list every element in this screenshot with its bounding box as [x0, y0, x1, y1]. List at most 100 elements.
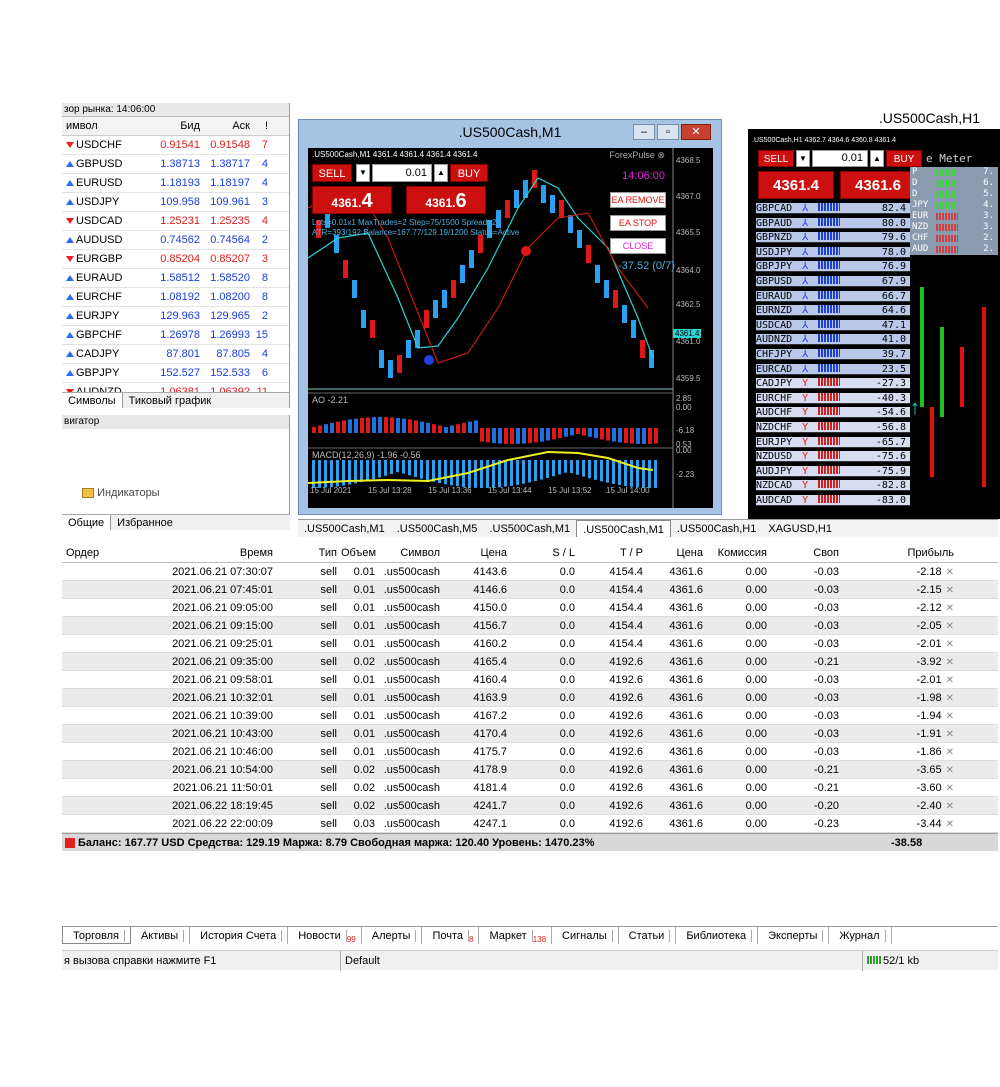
table-row[interactable]: 2021.06.21 09:15:00 sell 0.01 .us500cash…: [62, 617, 998, 635]
chart-plot-area[interactable]: .US500Cash,M1 4361.4 4361.4 4361.4 4361.…: [308, 148, 713, 508]
col-profit[interactable]: Прибыль: [843, 544, 958, 562]
sl-cell[interactable]: 0.0: [511, 635, 579, 652]
brand-close-icon[interactable]: ⊗: [657, 150, 665, 160]
tab-common[interactable]: Общие: [62, 515, 112, 530]
table-row[interactable]: 2021.06.21 07:45:01 sell 0.01 .us500cash…: [62, 581, 998, 599]
col-bid[interactable]: Бид: [150, 117, 200, 135]
sl-cell[interactable]: 0.0: [511, 761, 579, 778]
chart-tab[interactable]: .US500Cash,M1: [483, 520, 576, 537]
sell-price[interactable]: 4361.4: [312, 186, 392, 214]
ea-remove-button[interactable]: EA REMOVE: [610, 192, 666, 208]
table-row[interactable]: 2021.06.21 10:43:00 sell 0.01 .us500cash…: [62, 725, 998, 743]
terminal-tab[interactable]: Торговля: [62, 927, 131, 944]
tp-cell[interactable]: 4192.6: [579, 689, 647, 706]
market-watch-row[interactable]: CADJPY 87.801 87.805 4: [62, 345, 289, 364]
close-order-icon[interactable]: ✕: [946, 801, 954, 812]
h1-buy-button[interactable]: BUY: [886, 150, 922, 167]
close-order-icon[interactable]: ✕: [946, 657, 954, 668]
table-row[interactable]: 2021.06.22 22:00:09 sell 0.03 .us500cash…: [62, 815, 998, 833]
lot-input[interactable]: 0.01: [372, 164, 432, 182]
terminal-tab[interactable]: Журнал: [829, 927, 892, 944]
terminal-tab[interactable]: Сигналы: [552, 927, 619, 944]
col-symbol[interactable]: имвол: [62, 117, 150, 135]
sl-cell[interactable]: 0.0: [511, 563, 579, 580]
sl-cell[interactable]: 0.0: [511, 815, 579, 832]
market-watch-row[interactable]: GBPCHF 1.26978 1.26993 15: [62, 326, 289, 345]
close-order-icon[interactable]: ✕: [946, 819, 954, 830]
chart-tab[interactable]: .US500Cash,H1: [671, 520, 763, 537]
tp-cell[interactable]: 4192.6: [579, 797, 647, 814]
table-row[interactable]: 2021.06.21 07:30:07 sell 0.01 .us500cash…: [62, 563, 998, 581]
lot-increase[interactable]: ▲: [434, 164, 448, 182]
terminal-tab[interactable]: Новости 99: [288, 927, 362, 944]
tp-cell[interactable]: 4154.4: [579, 617, 647, 634]
close-order-icon[interactable]: ✕: [946, 765, 954, 776]
terminal-tab[interactable]: Почта 8: [422, 927, 480, 944]
terminal-tab[interactable]: Эксперты: [758, 927, 830, 944]
market-watch-row[interactable]: USDJPY 109.958 109.961 3: [62, 193, 289, 212]
terminal-tab[interactable]: История Счета: [190, 927, 289, 944]
sell-button[interactable]: SELL: [312, 164, 352, 182]
chart-window-h1[interactable]: .US500Cash,H1 .US500Cash,H1 4362.7 4364.…: [748, 107, 1000, 519]
table-row[interactable]: 2021.06.21 10:54:00 sell 0.02 .us500cash…: [62, 761, 998, 779]
col-swap[interactable]: Своп: [771, 544, 843, 562]
col-tp[interactable]: T / P: [579, 544, 647, 562]
sl-cell[interactable]: 0.0: [511, 617, 579, 634]
table-row[interactable]: 2021.06.21 09:25:01 sell 0.01 .us500cash…: [62, 635, 998, 653]
tp-cell[interactable]: 4192.6: [579, 779, 647, 796]
col-price[interactable]: Цена: [444, 544, 511, 562]
market-watch-row[interactable]: EURUSD 1.18193 1.18197 4: [62, 174, 289, 193]
tab-favorites[interactable]: Избранное: [111, 515, 179, 530]
col-type[interactable]: Тип: [277, 544, 341, 562]
tp-cell[interactable]: 4192.6: [579, 743, 647, 760]
market-watch-row[interactable]: GBPUSD 1.38713 1.38717 4: [62, 155, 289, 174]
sl-cell[interactable]: 0.0: [511, 689, 579, 706]
col-volume[interactable]: Объем: [341, 544, 379, 562]
col-sl[interactable]: S / L: [511, 544, 579, 562]
h1-buy-price[interactable]: 4361.6: [840, 171, 916, 199]
close-order-icon[interactable]: ✕: [946, 621, 954, 632]
sl-cell[interactable]: 0.0: [511, 671, 579, 688]
chart-window-m1[interactable]: .US500Cash,M1 – ▫ ✕ .US500Cash,M1 4361.4…: [298, 119, 722, 515]
sl-cell[interactable]: 0.0: [511, 779, 579, 796]
tp-cell[interactable]: 4154.4: [579, 635, 647, 652]
h1-lot-input[interactable]: 0.01: [812, 150, 868, 167]
tp-cell[interactable]: 4192.6: [579, 653, 647, 670]
tp-cell[interactable]: 4154.4: [579, 563, 647, 580]
close-order-icon[interactable]: ✕: [946, 567, 954, 578]
close-order-icon[interactable]: ✕: [946, 711, 954, 722]
table-row[interactable]: 2021.06.21 09:35:00 sell 0.02 .us500cash…: [62, 653, 998, 671]
terminal-tab[interactable]: Активы: [131, 927, 191, 944]
tp-cell[interactable]: 4154.4: [579, 599, 647, 616]
tab-symbols[interactable]: Символы: [62, 393, 123, 408]
close-order-icon[interactable]: ✕: [946, 747, 954, 758]
close-order-icon[interactable]: ✕: [946, 693, 954, 704]
col-commission[interactable]: Комиссия: [707, 544, 771, 562]
market-watch-row[interactable]: EURJPY 129.963 129.965 2: [62, 307, 289, 326]
col-symbol[interactable]: Символ: [379, 544, 444, 562]
sl-cell[interactable]: 0.0: [511, 653, 579, 670]
market-watch-row[interactable]: GBPJPY 152.527 152.533 6: [62, 364, 289, 383]
h1-lot-increase[interactable]: ▲: [870, 150, 884, 167]
close-icon[interactable]: ✕: [681, 124, 711, 140]
status-profile[interactable]: Default: [340, 951, 380, 971]
tp-cell[interactable]: 4192.6: [579, 761, 647, 778]
terminal-tab[interactable]: Статьи: [619, 927, 677, 944]
close-order-icon[interactable]: ✕: [946, 729, 954, 740]
lot-decrease[interactable]: ▼: [356, 164, 370, 182]
col-current-price[interactable]: Цена: [647, 544, 707, 562]
chart-tab-active[interactable]: .US500Cash,M1: [576, 520, 671, 537]
table-row[interactable]: 2021.06.21 11:50:01 sell 0.02 .us500cash…: [62, 779, 998, 797]
chart-tab[interactable]: XAGUSD,H1: [762, 520, 838, 537]
market-watch-row[interactable]: USDCHF 0.91541 0.91548 7: [62, 136, 289, 155]
market-watch-row[interactable]: AUDUSD 0.74562 0.74564 2: [62, 231, 289, 250]
navigator-item-indicators[interactable]: Индикаторы: [82, 487, 269, 499]
tp-cell[interactable]: 4154.4: [579, 581, 647, 598]
chart-tab[interactable]: .US500Cash,M1: [298, 520, 391, 537]
terminal-tab[interactable]: Алерты: [362, 927, 423, 944]
maximize-icon[interactable]: ▫: [657, 124, 679, 140]
sl-cell[interactable]: 0.0: [511, 707, 579, 724]
market-watch-row[interactable]: USDCAD 1.25231 1.25235 4: [62, 212, 289, 231]
chart-tab[interactable]: .US500Cash,M5: [391, 520, 484, 537]
close-order-icon[interactable]: ✕: [946, 783, 954, 794]
